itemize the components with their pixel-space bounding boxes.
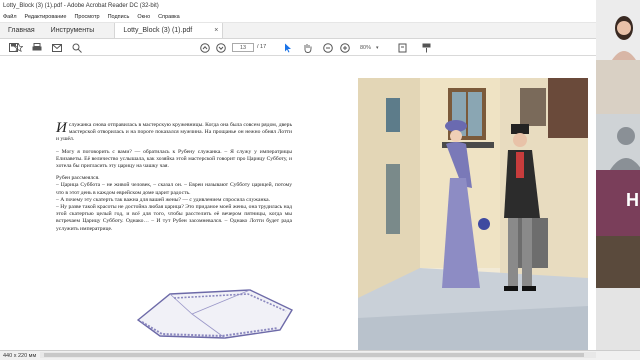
video-tile[interactable]	[596, 114, 640, 170]
video-tile[interactable]	[596, 236, 640, 288]
participant-avatar	[596, 0, 640, 60]
zoom-select[interactable]: 80% ▾	[360, 43, 382, 52]
menu-window[interactable]: Окно	[137, 14, 150, 20]
email-icon[interactable]	[52, 42, 62, 53]
video-tile[interactable]	[596, 0, 640, 60]
hand-icon[interactable]	[302, 42, 312, 53]
zoom-in-icon[interactable]	[340, 42, 350, 53]
menu-sign[interactable]: Подпись	[108, 14, 130, 20]
print-icon[interactable]	[32, 42, 42, 53]
close-icon[interactable]: ×	[214, 27, 218, 34]
drop-cap: И	[56, 120, 67, 136]
tablecloth-illustration	[136, 289, 293, 339]
scroll-mode-icon[interactable]	[421, 42, 431, 53]
document-view[interactable]: Ислужанка снова отправилась в мастерскую…	[0, 56, 596, 350]
horizontal-scrollbar[interactable]	[40, 352, 596, 358]
menu-file[interactable]: Файл	[3, 14, 17, 20]
tab-bar: Главная Инструменты Lotty_Block (3) (1).…	[0, 23, 596, 39]
video-tile[interactable]	[596, 60, 640, 114]
toolbar: 13 / 17 80% ▾	[0, 39, 596, 56]
tab-document-label: Lotty_Block (3) (1).pdf	[123, 27, 193, 34]
window-titlebar: Lotty_Block (3) (1).pdf - Adobe Acrobat …	[0, 0, 596, 12]
tab-home[interactable]: Главная	[0, 23, 43, 38]
participant-initial: H	[626, 190, 639, 210]
select-cursor-icon[interactable]	[283, 42, 293, 53]
search-icon[interactable]	[72, 42, 82, 53]
paragraph: – Ну разве такой красоты не достойна люб…	[56, 204, 292, 232]
window-title: Lotty_Block (3) (1).pdf - Adobe Acrobat …	[3, 3, 159, 9]
scrollbar-thumb[interactable]	[44, 353, 584, 357]
page-total: / 17	[257, 44, 267, 50]
page-up-icon[interactable]	[200, 42, 210, 53]
video-tile[interactable]	[596, 288, 640, 350]
menu-edit[interactable]: Редактирование	[25, 14, 67, 20]
chevron-down-icon: ▾	[376, 44, 379, 51]
menu-help[interactable]: Справка	[158, 14, 180, 20]
paragraph: – Царица Суббота – не живой человек, – с…	[56, 182, 292, 196]
video-tile[interactable]: H	[596, 170, 640, 236]
page-number-input[interactable]: 13	[232, 43, 254, 52]
menu-bar: Файл Редактирование Просмотр Подпись Окн…	[0, 12, 596, 23]
user-icon	[610, 127, 640, 170]
paragraph: – Могу я поговорить с вами? — обратилась…	[56, 148, 292, 170]
tab-document[interactable]: Lotty_Block (3) (1).pdf ×	[114, 23, 224, 38]
tab-tools[interactable]: Инструменты	[43, 23, 103, 38]
zoom-value: 80%	[360, 44, 372, 51]
paragraph: Ислужанка снова отправилась в мастерскую…	[56, 120, 292, 143]
page-size-label: 440 x 220 мм	[3, 352, 37, 359]
page-text: Ислужанка снова отправилась в мастерскую…	[56, 120, 292, 238]
video-panel: H	[596, 0, 640, 350]
paragraph: – А почему эту скатерть так важна для ва…	[56, 196, 271, 203]
street-scene-illustration	[358, 78, 588, 350]
fit-page-icon[interactable]	[397, 42, 409, 53]
page-down-icon[interactable]	[216, 42, 226, 53]
menu-view[interactable]: Просмотр	[74, 14, 99, 20]
zoom-out-icon[interactable]	[323, 42, 333, 53]
star-icon[interactable]	[13, 42, 23, 53]
